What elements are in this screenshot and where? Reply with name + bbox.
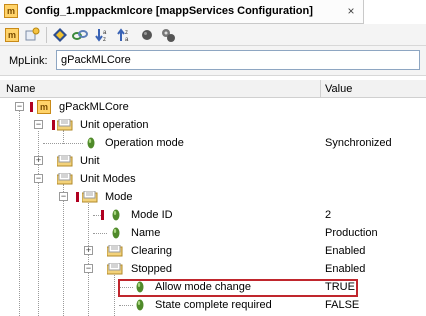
add-object-icon[interactable] bbox=[24, 27, 40, 43]
tree-row[interactable]: State complete required FALSE bbox=[0, 296, 426, 314]
parameter-icon bbox=[136, 299, 144, 311]
mapp-core-icon[interactable]: m bbox=[4, 27, 20, 43]
tree-row-label: Mode bbox=[105, 191, 133, 203]
parameter-icon bbox=[112, 227, 120, 239]
column-header: Name Value bbox=[0, 80, 426, 98]
mplink-input[interactable] bbox=[56, 50, 420, 70]
tree-row[interactable]: + Clearing Enabled bbox=[0, 242, 426, 260]
tree-row[interactable]: Operation mode Synchronized bbox=[0, 134, 426, 152]
tree-row-value[interactable]: Production bbox=[325, 227, 378, 239]
tab-title: Config_1.mppackmlcore [mappServices Conf… bbox=[25, 5, 313, 17]
tree-row-value[interactable]: Synchronized bbox=[325, 137, 392, 149]
tree-row-label: gPackMLCore bbox=[59, 101, 129, 113]
tree-row-value[interactable]: Enabled bbox=[325, 263, 365, 275]
tab-strip: m Config_1.mppackmlcore [mappServices Co… bbox=[0, 0, 426, 24]
tree-row-label: State complete required bbox=[155, 299, 272, 311]
navigate-icon[interactable] bbox=[52, 27, 68, 43]
parameter-icon bbox=[112, 209, 120, 221]
collapse-toggle[interactable]: − bbox=[59, 192, 68, 201]
tree-row[interactable]: − m gPackMLCore bbox=[0, 98, 426, 116]
tree-row-label: Unit bbox=[80, 155, 100, 167]
toolbar: m az za bbox=[0, 24, 426, 46]
tree-row[interactable]: − Mode bbox=[0, 188, 426, 206]
tree-row-label: Unit Modes bbox=[80, 173, 136, 185]
tree-row-value[interactable]: FALSE bbox=[325, 299, 359, 311]
column-header-name[interactable]: Name bbox=[6, 83, 35, 95]
required-marker bbox=[30, 102, 33, 112]
tree-row-label: Clearing bbox=[131, 245, 172, 257]
tree-row[interactable]: + Unit bbox=[0, 152, 426, 170]
tree-row[interactable]: − Unit operation bbox=[0, 116, 426, 134]
required-marker bbox=[52, 120, 55, 130]
mplink-label: MpLink: bbox=[9, 55, 48, 67]
tree-row-label: Stopped bbox=[131, 263, 172, 275]
tree-row-label: Unit operation bbox=[80, 119, 149, 131]
svg-text:z: z bbox=[125, 30, 128, 36]
highlight-box bbox=[118, 279, 358, 297]
toolbar-separator bbox=[46, 27, 47, 43]
tree-row-label: Mode ID bbox=[131, 209, 173, 221]
folder-icon bbox=[57, 155, 73, 167]
tree-row[interactable]: − Stopped Enabled bbox=[0, 260, 426, 278]
mapp-core-icon: m bbox=[37, 100, 51, 114]
editor-tab[interactable]: m Config_1.mppackmlcore [mappServices Co… bbox=[0, 0, 364, 24]
tree-row-label: Name bbox=[131, 227, 161, 239]
collapse-toggle[interactable]: − bbox=[84, 264, 93, 273]
collapse-toggle[interactable]: − bbox=[34, 120, 43, 129]
tree-row[interactable]: Mode ID 2 bbox=[0, 206, 426, 224]
folder-icon bbox=[82, 191, 98, 203]
required-marker bbox=[76, 192, 79, 202]
expand-toggle[interactable]: + bbox=[84, 246, 93, 255]
svg-text:a: a bbox=[125, 37, 129, 43]
folder-icon bbox=[107, 263, 123, 275]
column-resize-handle[interactable] bbox=[320, 80, 321, 98]
folder-icon bbox=[107, 245, 123, 257]
settings-icon[interactable] bbox=[160, 27, 176, 43]
svg-text:z: z bbox=[103, 37, 106, 43]
tree-row[interactable]: Name Production bbox=[0, 224, 426, 242]
link-icon[interactable] bbox=[72, 27, 88, 43]
folder-icon bbox=[57, 119, 73, 131]
column-header-value[interactable]: Value bbox=[325, 83, 352, 95]
parameter-icon bbox=[87, 137, 95, 149]
mapp-core-icon: m bbox=[4, 4, 18, 18]
tree-row-value[interactable]: 2 bbox=[325, 209, 331, 221]
sort-ascending-icon[interactable]: za bbox=[116, 27, 132, 43]
expand-toggle[interactable]: + bbox=[34, 156, 43, 165]
collapse-toggle[interactable]: − bbox=[15, 102, 24, 111]
svg-text:a: a bbox=[103, 30, 107, 36]
collapse-toggle[interactable]: − bbox=[34, 174, 43, 183]
mplink-bar: MpLink: bbox=[0, 46, 426, 76]
required-marker bbox=[101, 210, 104, 220]
folder-icon bbox=[57, 173, 73, 185]
tree-row-label: Operation mode bbox=[105, 137, 184, 149]
close-icon[interactable]: × bbox=[344, 4, 358, 18]
tree-row-value[interactable]: Enabled bbox=[325, 245, 365, 257]
sort-descending-icon[interactable]: az bbox=[94, 27, 110, 43]
tree-row[interactable]: − Unit Modes bbox=[0, 170, 426, 188]
record-icon[interactable] bbox=[139, 27, 155, 43]
